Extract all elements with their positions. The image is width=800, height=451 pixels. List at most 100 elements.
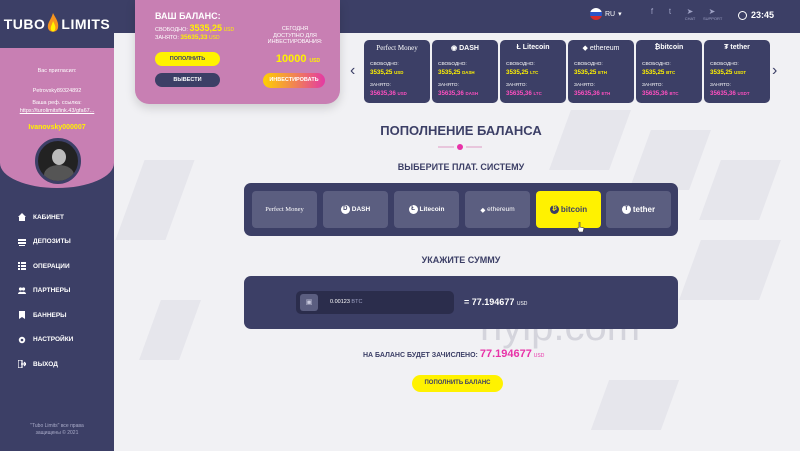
sidebar-item-label: БАННЕРЫ [33, 311, 67, 319]
dash-icon: ◉ [451, 45, 458, 52]
partners-icon [18, 287, 26, 294]
sidebar-item-logout[interactable]: ВЫХОД [18, 352, 73, 377]
sidebar-item-label: ВЫХОД [33, 360, 58, 368]
invited-by-label: Вас пригласил: [37, 68, 77, 74]
currency-card-ethereum[interactable]: ◆ ethereum СВОБОДНО: 3535,25 ETH ЗАНЯТО:… [568, 40, 634, 103]
balance-free: СВОБОДНО: 3535,25 USD [155, 23, 235, 33]
sidebar-item-label: ДЕПОЗИТЫ [33, 238, 71, 246]
tether-icon: T [621, 205, 631, 214]
perfect-money-logo: Perfect Money [376, 44, 418, 52]
username: Ivanovsky000007 [28, 124, 86, 131]
ethereum-icon: ◆ [480, 206, 488, 214]
amount-unit: BTC [351, 299, 363, 305]
flame-icon [48, 13, 59, 32]
carousel-next-button[interactable]: › [772, 62, 777, 80]
telegram-support-icon[interactable]: ➤ SUPPORT [703, 7, 722, 21]
page-title: ПОПОЛНЕНИЕ БАЛАНСА [380, 123, 542, 138]
credit-summary: НА БАЛАНС БУДЕТ ЗАЧИСЛЕНО: 77.194677 USD [363, 348, 545, 360]
currency-card-tether[interactable]: ₮ tether СВОБОДНО: 3535,25 USDT ЗАНЯТО: … [704, 40, 770, 103]
russia-flag-icon [590, 8, 602, 20]
currency-card-bitcoin[interactable]: ₿bitcoin СВОБОДНО: 3535,25 BTC ЗАНЯТО: 3… [636, 40, 702, 103]
ethereum-icon: ◆ [582, 45, 588, 52]
sidebar-item-label: КАБИНЕТ [33, 213, 65, 221]
pay-option-litecoin[interactable]: Ł Litecoin [394, 191, 459, 228]
ethereum-logo: ◆ ethereum [582, 45, 620, 52]
invest-button[interactable]: ИНВЕСТИРОВАТЬ [263, 73, 325, 88]
avatar[interactable] [35, 138, 81, 184]
facebook-icon[interactable]: f [643, 7, 661, 16]
pay-option-ethereum[interactable]: ◆ ethereum [465, 191, 530, 228]
settings-icon [18, 336, 26, 343]
clock-time: 23:45 [751, 10, 775, 20]
carousel-prev-button[interactable]: ‹ [350, 62, 355, 80]
banners-icon [19, 311, 25, 320]
telegram-chat-icon[interactable]: ➤ CHAT [681, 7, 699, 21]
home-icon [18, 213, 26, 222]
background-shape [699, 160, 781, 220]
logout-icon [18, 360, 26, 369]
currency-card-perfect-money[interactable]: Perfect Money СВОБОДНО: 3535,25 USD ЗАНЯ… [364, 40, 430, 103]
amount-panel: ▣ 0.00123 BTC = 77.194677 USD [244, 276, 678, 329]
sidebar-item-settings[interactable]: НАСТРОЙКИ [18, 328, 73, 353]
withdraw-button[interactable]: ВЫВЕСТИ [155, 73, 220, 87]
currency-card-dash[interactable]: ◉ DASH СВОБОДНО: 3535,25 DASH ЗАНЯТО: 35… [432, 40, 498, 103]
payment-systems-panel: Perfect Money D DASH Ł Litecoin ◆ ethereum… [244, 183, 678, 236]
language-label: RU [605, 10, 616, 18]
background-shape [679, 240, 781, 300]
tether-icon: ₮ [724, 44, 729, 51]
balance-title: ВАШ БАЛАНС: [155, 11, 221, 21]
background-shape [115, 160, 195, 240]
background-shape [590, 380, 680, 430]
logo-text-left: TUBO [3, 16, 46, 32]
topup-button[interactable]: ПОПОЛНИТЬ [155, 52, 220, 66]
sidebar-menu: КАБИНЕТ ДЕПОЗИТЫ ОПЕРАЦИИ ПАРТНЕРЫ БАННЕ… [18, 205, 73, 377]
sidebar-item-deposits[interactable]: ДЕПОЗИТЫ [18, 230, 73, 255]
sidebar-item-label: НАСТРОЙКИ [33, 336, 74, 344]
invited-by-value: Petrovsky89324892 [32, 88, 82, 94]
pay-option-tether[interactable]: Ttether [606, 191, 671, 228]
hand-cursor-icon [577, 222, 585, 232]
ref-link[interactable]: https://turolimitsfink.43/gfa67... [0, 108, 114, 114]
sidebar-item-partners[interactable]: ПАРТНЕРЫ [18, 279, 73, 304]
background-shape [629, 130, 711, 190]
clock: 23:45 [738, 10, 774, 20]
litecoin-icon: Ł [408, 205, 418, 214]
copyright: "Tubo Limits" все права защищены © 2021 [30, 423, 84, 436]
available-label: СЕГОДНЯ ДОСТУПНО ДЛЯ ИНВЕСТИРОВАНИЯ: [267, 26, 323, 45]
operations-icon [18, 262, 26, 271]
amount-label: УКАЖИТЕ СУММУ [421, 255, 501, 265]
logo[interactable]: TUBO LIMITS [0, 0, 114, 48]
choose-system-label: ВЫБЕРИТЕ ПЛАТ. СИСТЕМУ [397, 162, 525, 172]
litecoin-icon: Ł [516, 44, 521, 51]
pay-option-perfect-money[interactable]: Perfect Money [252, 191, 317, 228]
dash-icon: D [340, 205, 350, 214]
sidebar-item-label: ПАРТНЕРЫ [33, 287, 71, 295]
sidebar-item-cabinet[interactable]: КАБИНЕТ [18, 205, 73, 230]
logo-text-right: LIMITS [61, 16, 111, 32]
top-bar: RU ▾ f t ➤ CHAT ➤ SUPPORT 23:45 [0, 0, 800, 33]
ref-link-label: Ваша реф. ссылка: [32, 100, 82, 106]
currency-card-litecoin[interactable]: Ł Litecoin СВОБОДНО: 3535,25 LTC ЗАНЯТО:… [500, 40, 566, 103]
pay-option-dash[interactable]: D DASH [323, 191, 388, 228]
amount-input[interactable]: ▣ 0.00123 BTC [296, 291, 454, 314]
litecoin-logo: Ł Litecoin [516, 44, 550, 51]
deposits-icon [18, 238, 26, 246]
available-value: 10000 USD [275, 53, 321, 65]
balance-busy: ЗАНЯТО: 35635,33 USD [155, 34, 220, 41]
language-selector[interactable]: RU ▾ [590, 8, 622, 20]
sidebar-item-label: ОПЕРАЦИИ [33, 262, 70, 270]
dash-logo: ◉ DASH [451, 45, 479, 52]
twitter-icon[interactable]: t [661, 7, 679, 16]
title-divider [438, 144, 484, 150]
sidebar-item-operations[interactable]: ОПЕРАЦИИ [18, 254, 73, 279]
wallet-icon: ▣ [300, 294, 318, 311]
submit-topup-button[interactable]: ПОПОЛНИТЬ БАЛАНС [412, 375, 503, 392]
pay-option-bitcoin[interactable]: ₿ bitcoin [536, 191, 601, 228]
balance-card: ВАШ БАЛАНС: СВОБОДНО: 3535,25 USD ЗАНЯТО… [135, 0, 340, 104]
sidebar-item-banners[interactable]: БАННЕРЫ [18, 303, 73, 328]
amount-value: 0.00123 [330, 299, 350, 305]
background-shape [139, 300, 201, 360]
bitcoin-logo: ₿bitcoin [654, 44, 684, 51]
clock-icon [738, 10, 747, 20]
tether-logo: ₮ tether [724, 44, 750, 51]
